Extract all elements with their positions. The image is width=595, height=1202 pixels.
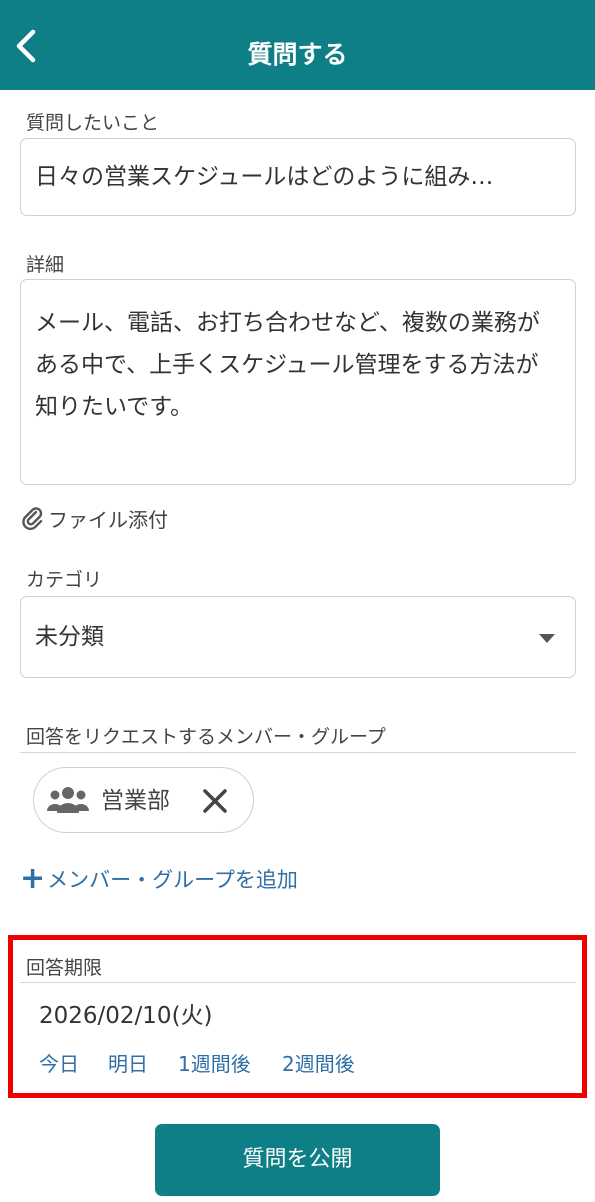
group-chip-label: 営業部 <box>101 788 170 814</box>
deadline-label: 回答期限 <box>26 957 103 979</box>
dropdown-caret-icon <box>539 634 555 643</box>
attach-file-button[interactable]: ファイル添付 <box>20 503 168 533</box>
deadline-option-tomorrow[interactable]: 明日 <box>108 1048 148 1077</box>
category-select[interactable]: 未分類 <box>20 596 576 678</box>
request-divider <box>20 752 576 753</box>
paperclip-icon <box>22 507 43 530</box>
deadline-option-2weeks[interactable]: 2週間後 <box>282 1048 355 1077</box>
category-value: 未分類 <box>35 624 104 650</box>
deadline-date[interactable]: 2026/02/10(火) <box>39 996 213 1030</box>
add-member-group-label: メンバー・グループを追加 <box>47 868 298 892</box>
detail-textarea[interactable]: メール、電話、お打ち合わせなど、複数の業務がある中で、上手くスケジュール管理をす… <box>20 279 576 485</box>
question-label: 質問したいこと <box>26 112 160 134</box>
deadline-divider <box>20 982 576 983</box>
app-header: 質問する <box>0 0 595 90</box>
group-chip: 営業部 <box>33 767 254 833</box>
group-icon <box>47 787 89 813</box>
add-member-group-link[interactable]: + メンバー・グループを追加 <box>20 862 298 896</box>
page-title: 質問する <box>247 40 348 69</box>
close-icon[interactable] <box>202 788 228 814</box>
deadline-option-today[interactable]: 今日 <box>39 1048 79 1077</box>
detail-label: 詳細 <box>26 254 65 276</box>
request-label: 回答をリクエストするメンバー・グループ <box>26 726 386 748</box>
deadline-option-1week[interactable]: 1週間後 <box>178 1048 251 1077</box>
question-input[interactable]: 日々の営業スケジュールはどのように組み… <box>20 138 576 216</box>
publish-button[interactable]: 質問を公開 <box>155 1124 440 1196</box>
category-label: カテゴリ <box>26 569 103 591</box>
attach-file-label: ファイル添付 <box>48 507 168 532</box>
plus-icon: + <box>20 861 46 896</box>
